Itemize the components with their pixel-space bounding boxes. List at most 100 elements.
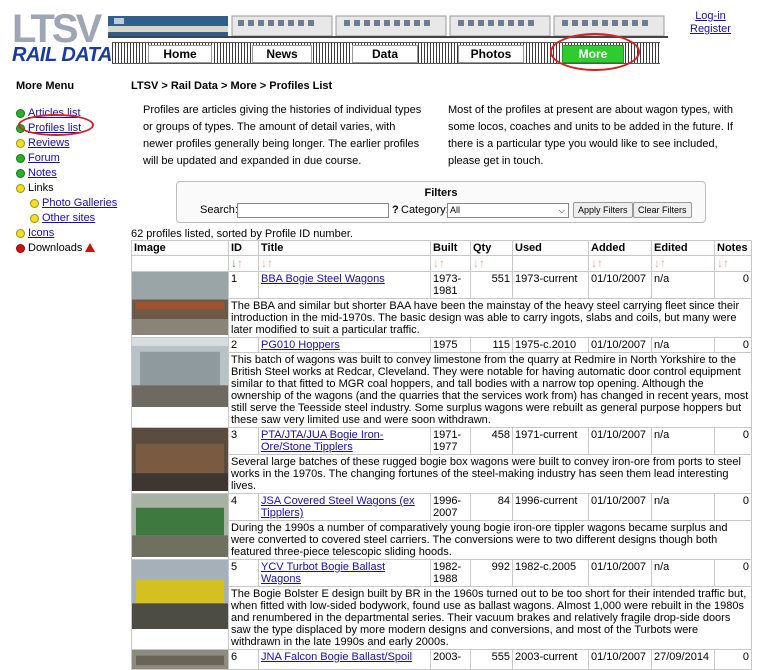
cell-description: This batch of wagons was built to convey… [228,352,752,428]
profile-link[interactable]: JSA Covered Steel Wagons (ex Tipplers) [261,495,415,519]
sidebar-link-forum[interactable]: Forum [28,152,60,164]
cell-title: JNA Falcon Bogie Ballast/Spoil [258,649,431,670]
sort-up-icon[interactable]: ↑ [660,256,666,270]
sort-up-icon[interactable]: ↑ [479,256,485,270]
profile-link[interactable]: BBA Bogie Steel Wagons [261,273,385,285]
sidebar-item-notes[interactable]: Notes [16,166,126,181]
search-input[interactable] [237,203,389,218]
sort-up-icon[interactable]: ↑ [439,256,445,270]
sidebar-link-icons[interactable]: Icons [28,227,54,239]
sort-cell-id: ↓↑ [228,255,259,272]
sidebar-item-reviews[interactable]: Reviews [16,136,126,151]
sort-cell-empty [131,255,229,272]
thumbnail-cell[interactable] [131,427,229,494]
cell-built: 1996-2007 [430,493,471,521]
sidebar-item-photo-galleries[interactable]: Photo Galleries [16,196,126,211]
site-logo-text[interactable]: RAIL DATA [12,44,112,67]
col-header-qty[interactable]: Qty [470,240,513,256]
wagon-photo[interactable] [132,650,228,669]
profiles-table: Image ID Title Built Qty Used Added Edit… [131,240,752,670]
thumbnail-cell[interactable] [131,559,229,650]
sort-cell-built: ↓↑ [430,255,471,272]
table-row: 1 BBA Bogie Steel Wagons 1973-1981 551 1… [131,271,752,338]
clear-filters-button[interactable]: Clear Filters [633,202,692,218]
cell-built: 1971-1977 [430,427,471,455]
sidebar-link-other-sites[interactable]: Other sites [42,212,95,224]
cell-id: 2 [228,337,259,353]
cell-id: 5 [228,559,259,587]
sidebar-title: More Menu [16,80,75,92]
nav-photos[interactable]: Photos [458,45,524,63]
cell-qty: 555 [470,649,513,670]
sort-up-icon[interactable]: ↑ [237,256,243,270]
profile-link[interactable]: PG010 Hoppers [261,339,340,351]
thumbnail-cell[interactable] [131,649,229,670]
category-select[interactable]: All ⌵ [447,203,569,218]
yellow-bullet-icon [16,139,25,148]
login-link[interactable]: Log-in [690,10,731,23]
sort-cell-added: ↓↑ [588,255,652,272]
cell-description: The BBA and similar but shorter BAA have… [228,298,752,338]
col-header-used[interactable]: Used [512,240,589,256]
cell-qty: 115 [470,337,513,353]
profile-count-text: 62 profiles listed, sorted by Profile ID… [131,228,353,240]
sort-up-icon[interactable]: ↑ [267,256,273,270]
col-header-built[interactable]: Built [430,240,471,256]
cell-id: 3 [228,427,259,455]
sidebar-item-icons[interactable]: Icons [16,226,126,241]
profile-link[interactable]: JNA Falcon Bogie Ballast/Spoil [261,651,412,663]
cell-notes: 0 [714,649,752,670]
logo-letters: LTSV [12,10,103,44]
thumbnail-cell[interactable] [131,337,229,428]
cell-title: PTA/JTA/JUA Bogie Iron-Ore/Stone Tippler… [258,427,431,455]
cell-description: Several large batches of these rugged bo… [228,454,752,494]
cell-id: 1 [228,271,259,299]
cell-id: 4 [228,493,259,521]
wagon-photo[interactable] [132,560,228,629]
cell-description: The Bogie Bolster E design built by BR i… [228,586,752,650]
col-header-id[interactable]: ID [228,240,259,256]
filters-panel: Filters Search: ? Category: All ⌵ Apply … [176,181,706,223]
sidebar-link-notes[interactable]: Notes [28,167,57,179]
cell-edited: 27/09/2014 [651,649,715,670]
sidebar-link-reviews[interactable]: Reviews [28,137,70,149]
sort-cell-edited: ↓↑ [651,255,715,272]
cell-used: 1971-current [512,427,589,455]
profile-link[interactable]: PTA/JTA/JUA Bogie Iron-Ore/Stone Tippler… [261,429,383,453]
profile-link[interactable]: YCV Turbot Bogie Ballast Wagons [261,561,385,585]
wagon-photo[interactable] [132,494,228,557]
wagon-photo[interactable] [132,338,228,407]
chevron-down-icon: ⌵ [558,206,565,215]
help-icon[interactable]: ? [392,204,399,216]
sidebar-item-links: Links [16,181,126,196]
nav-news[interactable]: News [252,45,312,63]
register-link[interactable]: Register [690,23,731,36]
ltsv-logo-icon[interactable]: LTSV [12,10,112,44]
apply-filters-button[interactable]: Apply Filters [573,202,633,218]
cell-added: 01/10/2007 [588,271,652,299]
sort-up-icon[interactable]: ↑ [597,256,603,270]
wagon-photo[interactable] [132,272,228,335]
col-header-edited[interactable]: Edited [651,240,715,256]
cell-built: 1982-1988 [430,559,471,587]
sort-cell-title: ↓↑ [258,255,431,272]
filters-title: Filters [424,187,458,199]
thumbnail-cell[interactable] [131,271,229,338]
sidebar-link-photo-galleries[interactable]: Photo Galleries [42,197,117,209]
cell-notes: 0 [714,493,752,521]
site-header: LTSV RAIL DATA Home News Data Photos Mor… [0,0,757,71]
nav-data[interactable]: Data [352,45,418,63]
table-row: 3 PTA/JTA/JUA Bogie Iron-Ore/Stone Tippl… [131,427,752,494]
sidebar-item-forum[interactable]: Forum [16,151,126,166]
sort-up-icon[interactable]: ↑ [723,256,729,270]
wagon-photo[interactable] [132,428,228,491]
cell-added: 01/10/2007 [588,427,652,455]
thumbnail-cell[interactable] [131,493,229,560]
red-bullet-icon [16,244,25,253]
col-header-notes[interactable]: Notes [714,240,752,256]
sidebar-item-other-sites[interactable]: Other sites [16,211,126,226]
nav-home[interactable]: Home [148,45,212,63]
col-header-added[interactable]: Added [588,240,652,256]
col-header-title[interactable]: Title [258,240,431,256]
table-header-row: Image ID Title Built Qty Used Added Edit… [131,240,752,256]
